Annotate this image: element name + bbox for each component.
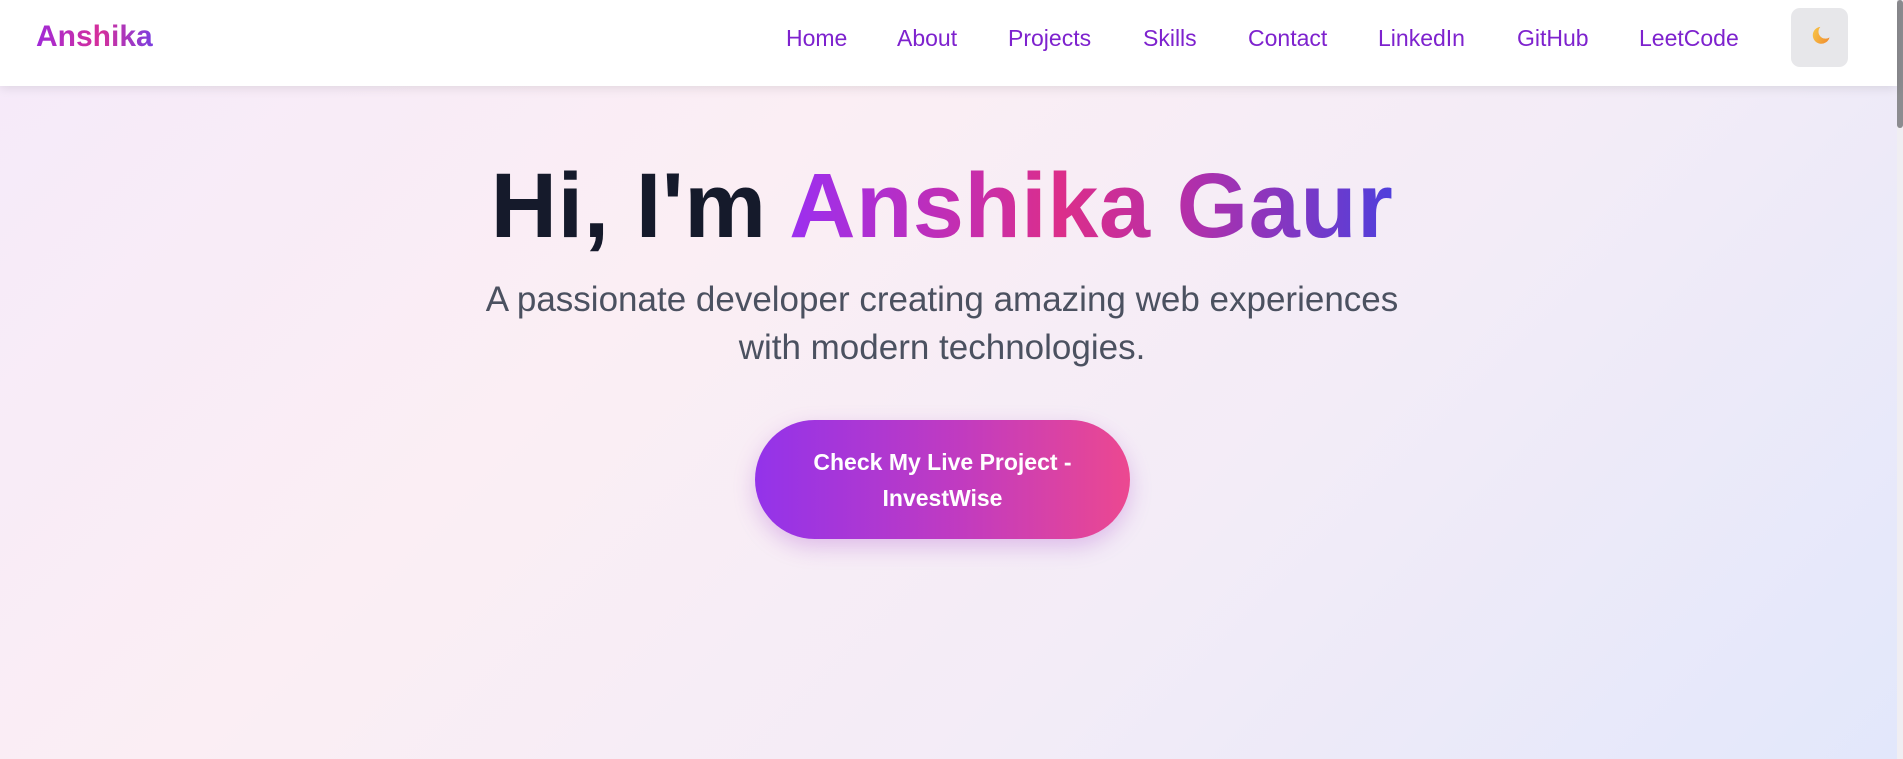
live-project-button[interactable]: Check My Live Project - InvestWise xyxy=(755,420,1130,539)
hero-greeting: Hi, I'm xyxy=(490,155,790,257)
hero-name: Anshika Gaur xyxy=(789,155,1394,257)
nav-link-about[interactable]: About xyxy=(897,24,957,52)
cta-line-2: InvestWise xyxy=(882,484,1003,511)
nav-link-contact[interactable]: Contact xyxy=(1248,24,1327,52)
hero-subtitle-line2: with modern technologies. xyxy=(738,328,1146,367)
scrollbar-thumb[interactable] xyxy=(1897,0,1903,128)
hero-subtitle: A passionate developer creating amazing … xyxy=(0,276,1884,372)
theme-toggle-button[interactable] xyxy=(1791,8,1848,67)
moon-icon xyxy=(1808,24,1832,51)
nav-link-skills[interactable]: Skills xyxy=(1143,24,1197,52)
nav-link-home[interactable]: Home xyxy=(786,24,847,52)
hero-subtitle-line1: A passionate developer creating amazing … xyxy=(485,280,1399,319)
brand-logo[interactable]: Anshika xyxy=(36,19,153,55)
nav-link-github[interactable]: GitHub xyxy=(1517,24,1589,52)
nav-link-leetcode[interactable]: LeetCode xyxy=(1639,24,1739,52)
navbar: Anshika Home About Projects Skills Conta… xyxy=(0,0,1897,86)
nav-link-projects[interactable]: Projects xyxy=(1008,24,1091,52)
live-project-button-label: Check My Live Project - InvestWise xyxy=(813,444,1071,516)
cta-line-1: Check My Live Project - xyxy=(813,448,1072,475)
nav-link-linkedin[interactable]: LinkedIn xyxy=(1378,24,1465,52)
hero-title: Hi, I'm Anshika Gaur xyxy=(0,153,1884,259)
